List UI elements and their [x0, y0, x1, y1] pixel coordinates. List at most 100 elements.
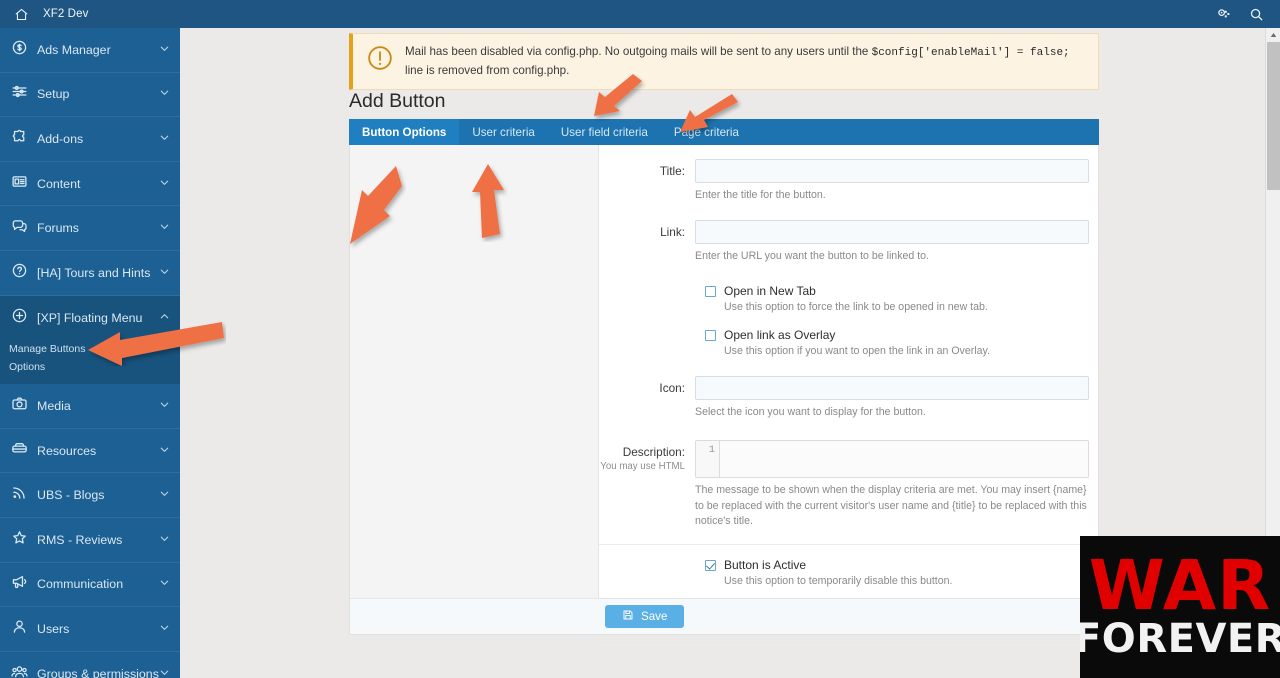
- plus-circle-icon: [11, 307, 37, 329]
- tab-page-criteria[interactable]: Page criteria: [661, 119, 752, 145]
- tab-user-criteria[interactable]: User criteria: [459, 119, 548, 145]
- chevron-down-icon[interactable]: [159, 397, 170, 415]
- is-active-checkbox[interactable]: [705, 560, 716, 572]
- title-input[interactable]: [695, 159, 1089, 183]
- sidebar-item-add-ons[interactable]: Add-ons: [0, 117, 180, 162]
- chevron-down-icon[interactable]: [159, 665, 170, 678]
- rss-icon: [11, 484, 37, 506]
- tab-bar: Button Options User criteria User field cr…: [349, 119, 1099, 145]
- sidebar-item-content[interactable]: Content: [0, 162, 180, 207]
- sidebar-group-ubs-blogs: UBS - Blogs: [0, 473, 180, 518]
- sidebar-item-media[interactable]: Media: [0, 384, 180, 429]
- notice-text: Mail has been disabled via config.php. N…: [405, 43, 1086, 80]
- sidebar-item-label: [XP] Floating Menu: [37, 310, 143, 325]
- users-group-icon: [11, 663, 37, 678]
- link-label: Link:: [660, 224, 685, 239]
- question-circle-icon: [11, 262, 37, 284]
- link-input[interactable]: [695, 219, 1089, 244]
- sidebar-subitem-manage-buttons[interactable]: Manage Buttons: [0, 340, 180, 358]
- chevron-down-icon[interactable]: [159, 175, 170, 193]
- open-overlay-explain: Use this option if you want to open the …: [724, 344, 990, 357]
- page-title: Add Button: [349, 90, 446, 112]
- is-active-explain: Use this option to temporarily disable t…: [724, 575, 953, 588]
- open-overlay-checkbox[interactable]: [705, 329, 716, 341]
- description-label-text: Description:: [622, 444, 685, 459]
- notice-code: $config['enableMail'] = false;: [871, 47, 1070, 59]
- box-icon: [11, 440, 37, 462]
- exclamation-circle-icon: [363, 43, 405, 76]
- megaphone-icon: [11, 573, 37, 595]
- chevron-down-icon[interactable]: [159, 219, 170, 237]
- sidebar-item-ha-tours-and-hints[interactable]: [HA] Tours and Hints: [0, 251, 180, 296]
- home-icon[interactable]: [14, 7, 29, 22]
- chevron-down-icon[interactable]: [159, 575, 170, 593]
- field-row-open-new-tab[interactable]: Open in New Tab Use this option to force…: [599, 265, 1098, 313]
- chevron-down-icon[interactable]: [159, 531, 170, 549]
- field-row-link: Link: Enter the URL you want the button …: [599, 204, 1098, 265]
- description-editor[interactable]: 1: [695, 439, 1089, 478]
- icon-explain: Select the icon you want to display for …: [695, 405, 926, 418]
- sidebar-group-users: Users: [0, 607, 180, 652]
- sidebar-group-setup: Setup: [0, 73, 180, 118]
- tools-cogs-icon[interactable]: [1216, 7, 1231, 22]
- link-explain: Enter the URL you want the button to be …: [695, 249, 929, 262]
- save-button[interactable]: Save: [605, 605, 685, 628]
- field-row-open-overlay[interactable]: Open link as Overlay Use this option if …: [599, 313, 1098, 357]
- sidebar-item-resources[interactable]: Resources: [0, 429, 180, 474]
- article-icon: [11, 173, 37, 195]
- title-label: Title:: [659, 164, 685, 178]
- site-title[interactable]: XF2 Dev: [43, 8, 88, 20]
- sidebar-group-forums: Forums: [0, 206, 180, 251]
- star-icon: [11, 529, 37, 551]
- tab-user-field-criteria[interactable]: User field criteria: [548, 119, 661, 145]
- sidebar-item-forums[interactable]: Forums: [0, 206, 180, 251]
- field-row-is-active[interactable]: Button is Active Use this option to temp…: [599, 545, 1098, 587]
- sidebar: Ads Manager Setup Add-ons Content Forums [HA]…: [0, 28, 180, 678]
- sidebar-item-xp-floating-menu[interactable]: [XP] Floating Menu: [0, 296, 180, 341]
- search-icon[interactable]: [1249, 7, 1264, 22]
- watermark-line-1: WAR: [1088, 546, 1272, 627]
- chevron-down-icon[interactable]: [159, 85, 170, 103]
- description-line-number: 1: [696, 440, 720, 477]
- sidebar-item-label: Communication: [37, 577, 124, 592]
- panel-left-column: [350, 145, 599, 634]
- sidebar-item-ads-manager[interactable]: Ads Manager: [0, 28, 180, 73]
- description-label: Description: You may use HTML: [599, 440, 695, 531]
- chevron-down-icon[interactable]: [159, 620, 170, 638]
- field-row-description: Description: You may use HTML 1 The mess…: [599, 421, 1098, 531]
- sidebar-group-media: Media: [0, 384, 180, 429]
- sidebar-group-ha-tours-and-hints: [HA] Tours and Hints: [0, 251, 180, 296]
- open-overlay-label: Open link as Overlay: [724, 327, 836, 342]
- sidebar-item-rms-reviews[interactable]: RMS - Reviews: [0, 518, 180, 563]
- sidebar-subitem-options[interactable]: Options: [0, 358, 180, 376]
- form-body: Title: Enter the title for the button. L…: [599, 145, 1098, 647]
- watermark-line-2: FOREVER: [1080, 615, 1280, 662]
- sidebar-item-label: UBS - Blogs: [37, 488, 105, 503]
- sidebar-item-communication[interactable]: Communication: [0, 563, 180, 608]
- tab-button-options[interactable]: Button Options: [349, 119, 460, 145]
- icon-input[interactable]: [695, 375, 1089, 400]
- sidebar-item-label: Resources: [37, 443, 97, 458]
- sidebar-item-groups-permissions[interactable]: Groups & permissions: [0, 652, 180, 678]
- sidebar-item-ubs-blogs[interactable]: UBS - Blogs: [0, 473, 180, 518]
- sidebar-group-groups-permissions: Groups & permissions: [0, 652, 180, 678]
- chevron-down-icon[interactable]: [159, 486, 170, 504]
- scrollbar-thumb[interactable]: [1267, 42, 1280, 190]
- sidebar-item-setup[interactable]: Setup: [0, 73, 180, 118]
- chevron-down-icon[interactable]: [159, 41, 170, 59]
- sidebar-item-label: Users: [37, 621, 70, 636]
- chevron-down-icon[interactable]: [159, 442, 170, 460]
- sidebar-item-label: Content: [37, 176, 81, 191]
- notice-text-after: line is removed from config.php.: [405, 64, 570, 78]
- save-button-label: Save: [641, 610, 668, 623]
- scrollbar-up-arrow[interactable]: [1266, 28, 1280, 42]
- sidebar-item-users[interactable]: Users: [0, 607, 180, 652]
- chevron-down-icon[interactable]: [159, 130, 170, 148]
- open-new-tab-explain: Use this option to force the link to be …: [724, 300, 988, 313]
- panel-footer: Save: [350, 598, 1098, 634]
- open-new-tab-checkbox[interactable]: [705, 285, 716, 297]
- chevron-up-icon[interactable]: [159, 309, 170, 327]
- sidebar-item-label: Media: [37, 398, 71, 413]
- chevron-down-icon[interactable]: [159, 264, 170, 282]
- description-textarea[interactable]: [720, 440, 1088, 477]
